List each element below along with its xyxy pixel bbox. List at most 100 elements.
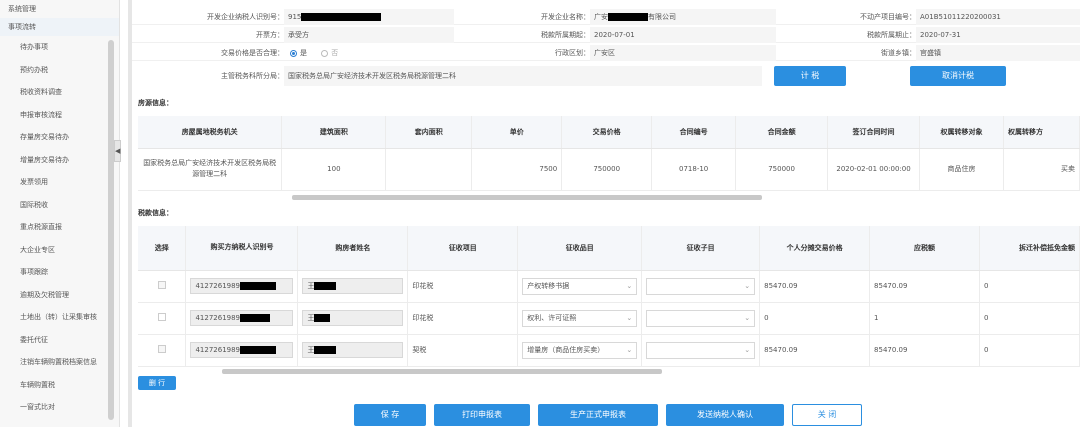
row-checkbox[interactable] [157, 281, 166, 289]
sidebar-scrollbar[interactable] [108, 40, 114, 420]
sidebar-subitem[interactable]: 委托代征 [0, 329, 119, 352]
sidebar-subitem[interactable]: 存量房交易待办 [0, 126, 119, 149]
col-header: 合同编号 [651, 116, 737, 149]
chevron-down-icon: ⌄ [744, 281, 751, 290]
collapse-sidebar-icon[interactable]: ◀ [114, 140, 121, 162]
sidebar-subitem[interactable]: 逾期及欠税管理 [0, 284, 119, 307]
col-header: 拆迁补偿抵免金额 [979, 226, 1080, 271]
street-label: 街道乡镇： [881, 49, 916, 57]
cell [138, 270, 187, 303]
cell: 7500 [471, 148, 563, 191]
table-row[interactable]: 4127261989 王 印花税 权利、许可证照 ⌄ ⌄ 0 1 0 [138, 302, 1080, 335]
table-row[interactable]: 4127261989 王 印花税 产权转移书据 ⌄ ⌄ 85470.09 8547… [138, 270, 1080, 303]
delete-row-button[interactable]: 删 行 [138, 376, 176, 390]
taxpayer-id-input[interactable]: 4127261989 [190, 310, 294, 326]
cell: 4127261989 [185, 270, 299, 303]
col-header: 购买方纳税人识别号 [185, 226, 299, 271]
sidebar-subitem[interactable]: 重点税源直报 [0, 216, 119, 239]
sidebar-subitem[interactable]: 税收资料调查 [0, 81, 119, 104]
cell: 0 [979, 270, 1080, 303]
subitem-select[interactable]: ⌄ [646, 341, 756, 359]
sidebar-subitem[interactable]: 待办事项 [0, 36, 119, 59]
cell: 750000 [561, 148, 653, 191]
cell: 85470.09 [869, 270, 980, 303]
dev-name-label: 开发企业名称： [541, 13, 590, 21]
chevron-down-icon: ⌄ [626, 281, 633, 290]
cell: 王 [297, 302, 409, 335]
buyer-name-input[interactable]: 王 [302, 278, 404, 294]
redaction [314, 314, 331, 322]
subitem-select[interactable]: ⌄ [646, 277, 756, 295]
chevron-down-icon: ⌄ [744, 313, 751, 322]
fair-price-label: 交易价格是否合理： [221, 49, 284, 57]
category-select[interactable]: 增量房（商品住房买卖） ⌄ [522, 341, 638, 359]
cell: 4127261989 [185, 334, 299, 367]
house-table-scrollbar[interactable] [292, 195, 762, 200]
buyer-name-input[interactable]: 王 [302, 310, 404, 326]
sidebar-subitem[interactable]: 事项跟踪 [0, 261, 119, 284]
cell: 国家税务总局广安经济技术开发区税务局税源管理二科 [138, 148, 283, 191]
sidebar-subitem[interactable]: 预约办税 [0, 59, 119, 82]
sidebar-subitem[interactable]: 一窗式比对 [0, 396, 119, 419]
radio-checked-icon [290, 49, 297, 57]
dev-taxpayer-id-value: 915 [288, 9, 382, 25]
fair-yes-radio[interactable]: 是 [290, 49, 307, 57]
cell: 4127261989 [185, 302, 299, 335]
invoice-party-value: 承受方 [288, 31, 309, 39]
cell: 权利、许可证照 ⌄ [517, 302, 643, 335]
sidebar-subitem[interactable]: 车辆购置税 [0, 374, 119, 397]
generate-declaration-button[interactable]: 生产正式申报表 [538, 404, 658, 426]
redaction [314, 346, 337, 354]
property-no-value: A01B51011220200031 [920, 13, 1001, 21]
close-button[interactable]: 关 闭 [792, 404, 862, 426]
taxpayer-id-input[interactable]: 4127261989 [190, 278, 294, 294]
sidebar-subitem[interactable]: 大企业专区 [0, 239, 119, 262]
row-checkbox[interactable] [157, 313, 166, 321]
cancel-calc-button[interactable]: 取消计税 [910, 66, 1006, 86]
street-value: 官盛镇 [920, 49, 941, 57]
cell: 商品住房 [919, 148, 1004, 191]
col-header: 房屋属地税务机关 [138, 116, 283, 149]
subitem-select[interactable]: ⌄ [646, 309, 756, 327]
col-header: 应税额 [869, 226, 980, 271]
period-end-value: 2020-07-31 [920, 31, 961, 39]
send-confirmation-button[interactable]: 发送纳税人确认 [666, 404, 784, 426]
buyer-name-input[interactable]: 王 [302, 342, 404, 358]
sidebar-subitem[interactable]: 发票领用 [0, 171, 119, 194]
print-declaration-button[interactable]: 打印申报表 [434, 404, 530, 426]
cell [138, 334, 187, 367]
chevron-down-icon: ⌄ [626, 313, 633, 322]
cell: 85470.09 [759, 334, 871, 367]
category-select[interactable]: 权利、许可证照 ⌄ [522, 309, 638, 327]
category-select[interactable]: 产权转移书据 ⌄ [522, 277, 638, 295]
sidebar-subitem[interactable]: 注销车辆购置税档案信息 [0, 351, 119, 374]
calculate-tax-button[interactable]: 计 税 [774, 66, 846, 86]
cell: 印花税 [407, 270, 519, 303]
col-header: 合同金额 [735, 116, 829, 149]
period-end-label: 税款所属期止： [867, 31, 916, 39]
tax-office-label: 主管税务科所分局： [221, 72, 284, 80]
sidebar-subitem[interactable]: 增量房交易待办 [0, 149, 119, 172]
row-checkbox[interactable] [157, 345, 166, 353]
col-header: 建筑面积 [281, 116, 387, 149]
save-button[interactable]: 保 存 [354, 404, 426, 426]
sidebar-item-system[interactable]: 系统管理 [0, 0, 119, 18]
district-value: 广安区 [594, 49, 615, 57]
redaction [314, 282, 337, 290]
cell [385, 148, 473, 191]
col-header: 购房者姓名 [297, 226, 409, 271]
sidebar-subitem[interactable]: 申报审核流程 [0, 104, 119, 127]
taxpayer-id-input[interactable]: 4127261989 [190, 342, 294, 358]
fair-no-radio[interactable]: 否 [321, 49, 338, 57]
table-row[interactable]: 国家税务总局广安经济技术开发区税务局税源管理二科 100 7500 750000… [138, 148, 1080, 191]
cell: 契税 [407, 334, 519, 367]
sidebar-subitem[interactable]: 国际税收 [0, 194, 119, 217]
tax-table-scrollbar[interactable] [222, 369, 662, 374]
sidebar-subitem[interactable]: 土地出（转）让采集审核 [0, 306, 119, 329]
sidebar: 系统管理 事项流转 待办事项 预约办税 税收资料调查 申报审核流程 存量房交易待… [0, 0, 120, 427]
col-header: 征收项目 [407, 226, 519, 271]
table-row[interactable]: 4127261989 王 契税 增量房（商品住房买卖） ⌄ ⌄ 85470.09 … [138, 334, 1080, 367]
sidebar-item-workflow[interactable]: 事项流转 [0, 18, 119, 36]
info-row: 交易价格是否合理： 是 否 行政区划： 广安区 街道乡镇： 官盛镇 [132, 45, 1080, 61]
cell: 产权转移书据 ⌄ [517, 270, 643, 303]
